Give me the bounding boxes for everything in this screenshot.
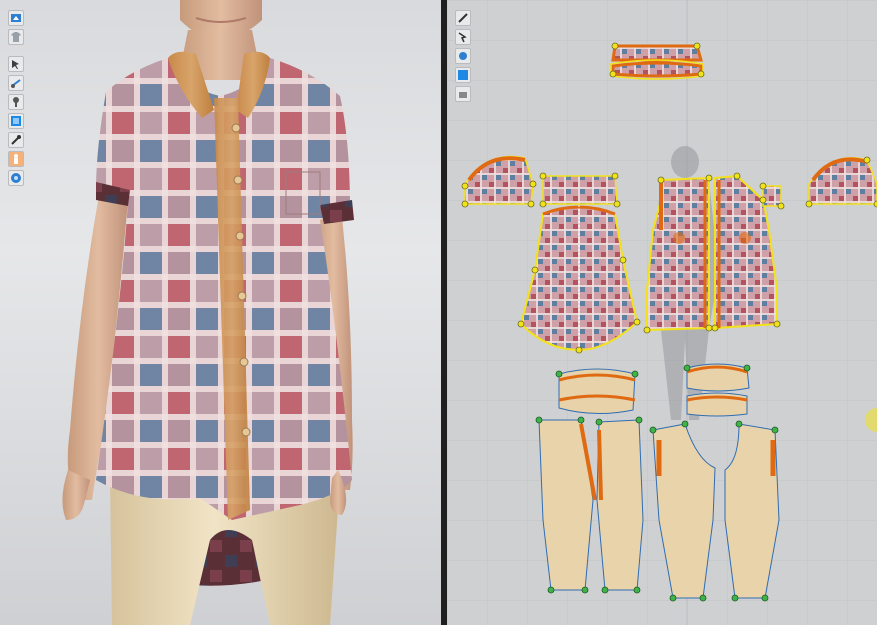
garment-icon[interactable] [8,29,24,45]
shirt-pocket [285,171,321,215]
pattern-waistband-front [686,363,750,417]
simulation-icon[interactable] [8,10,24,26]
select-move-icon[interactable] [8,56,24,72]
avatar-icon[interactable] [8,151,24,167]
3d-toolbar [8,10,24,186]
transform-pattern-icon[interactable] [455,29,471,45]
pattern-waistband-back [558,368,636,415]
2d-toolbar [455,10,471,102]
edit-pattern-icon[interactable] [455,10,471,26]
2d-pattern-window[interactable] [447,0,877,625]
texture-icon[interactable] [8,113,24,129]
pattern-pants-back-right [596,419,644,591]
render-icon[interactable] [8,170,24,186]
3d-garment-window[interactable] [0,0,441,625]
tack-icon[interactable] [8,94,24,110]
segment-icon[interactable] [455,48,471,64]
pattern-pocket [762,185,782,207]
annotation-icon[interactable] [455,86,471,102]
fold-icon[interactable] [8,75,24,91]
pattern-collar [610,44,704,80]
app-window [0,0,877,625]
3d-scene[interactable] [0,0,441,625]
pin-icon[interactable] [8,132,24,148]
texture-icon[interactable] [455,67,471,83]
2d-pattern-canvas[interactable] [447,0,877,625]
